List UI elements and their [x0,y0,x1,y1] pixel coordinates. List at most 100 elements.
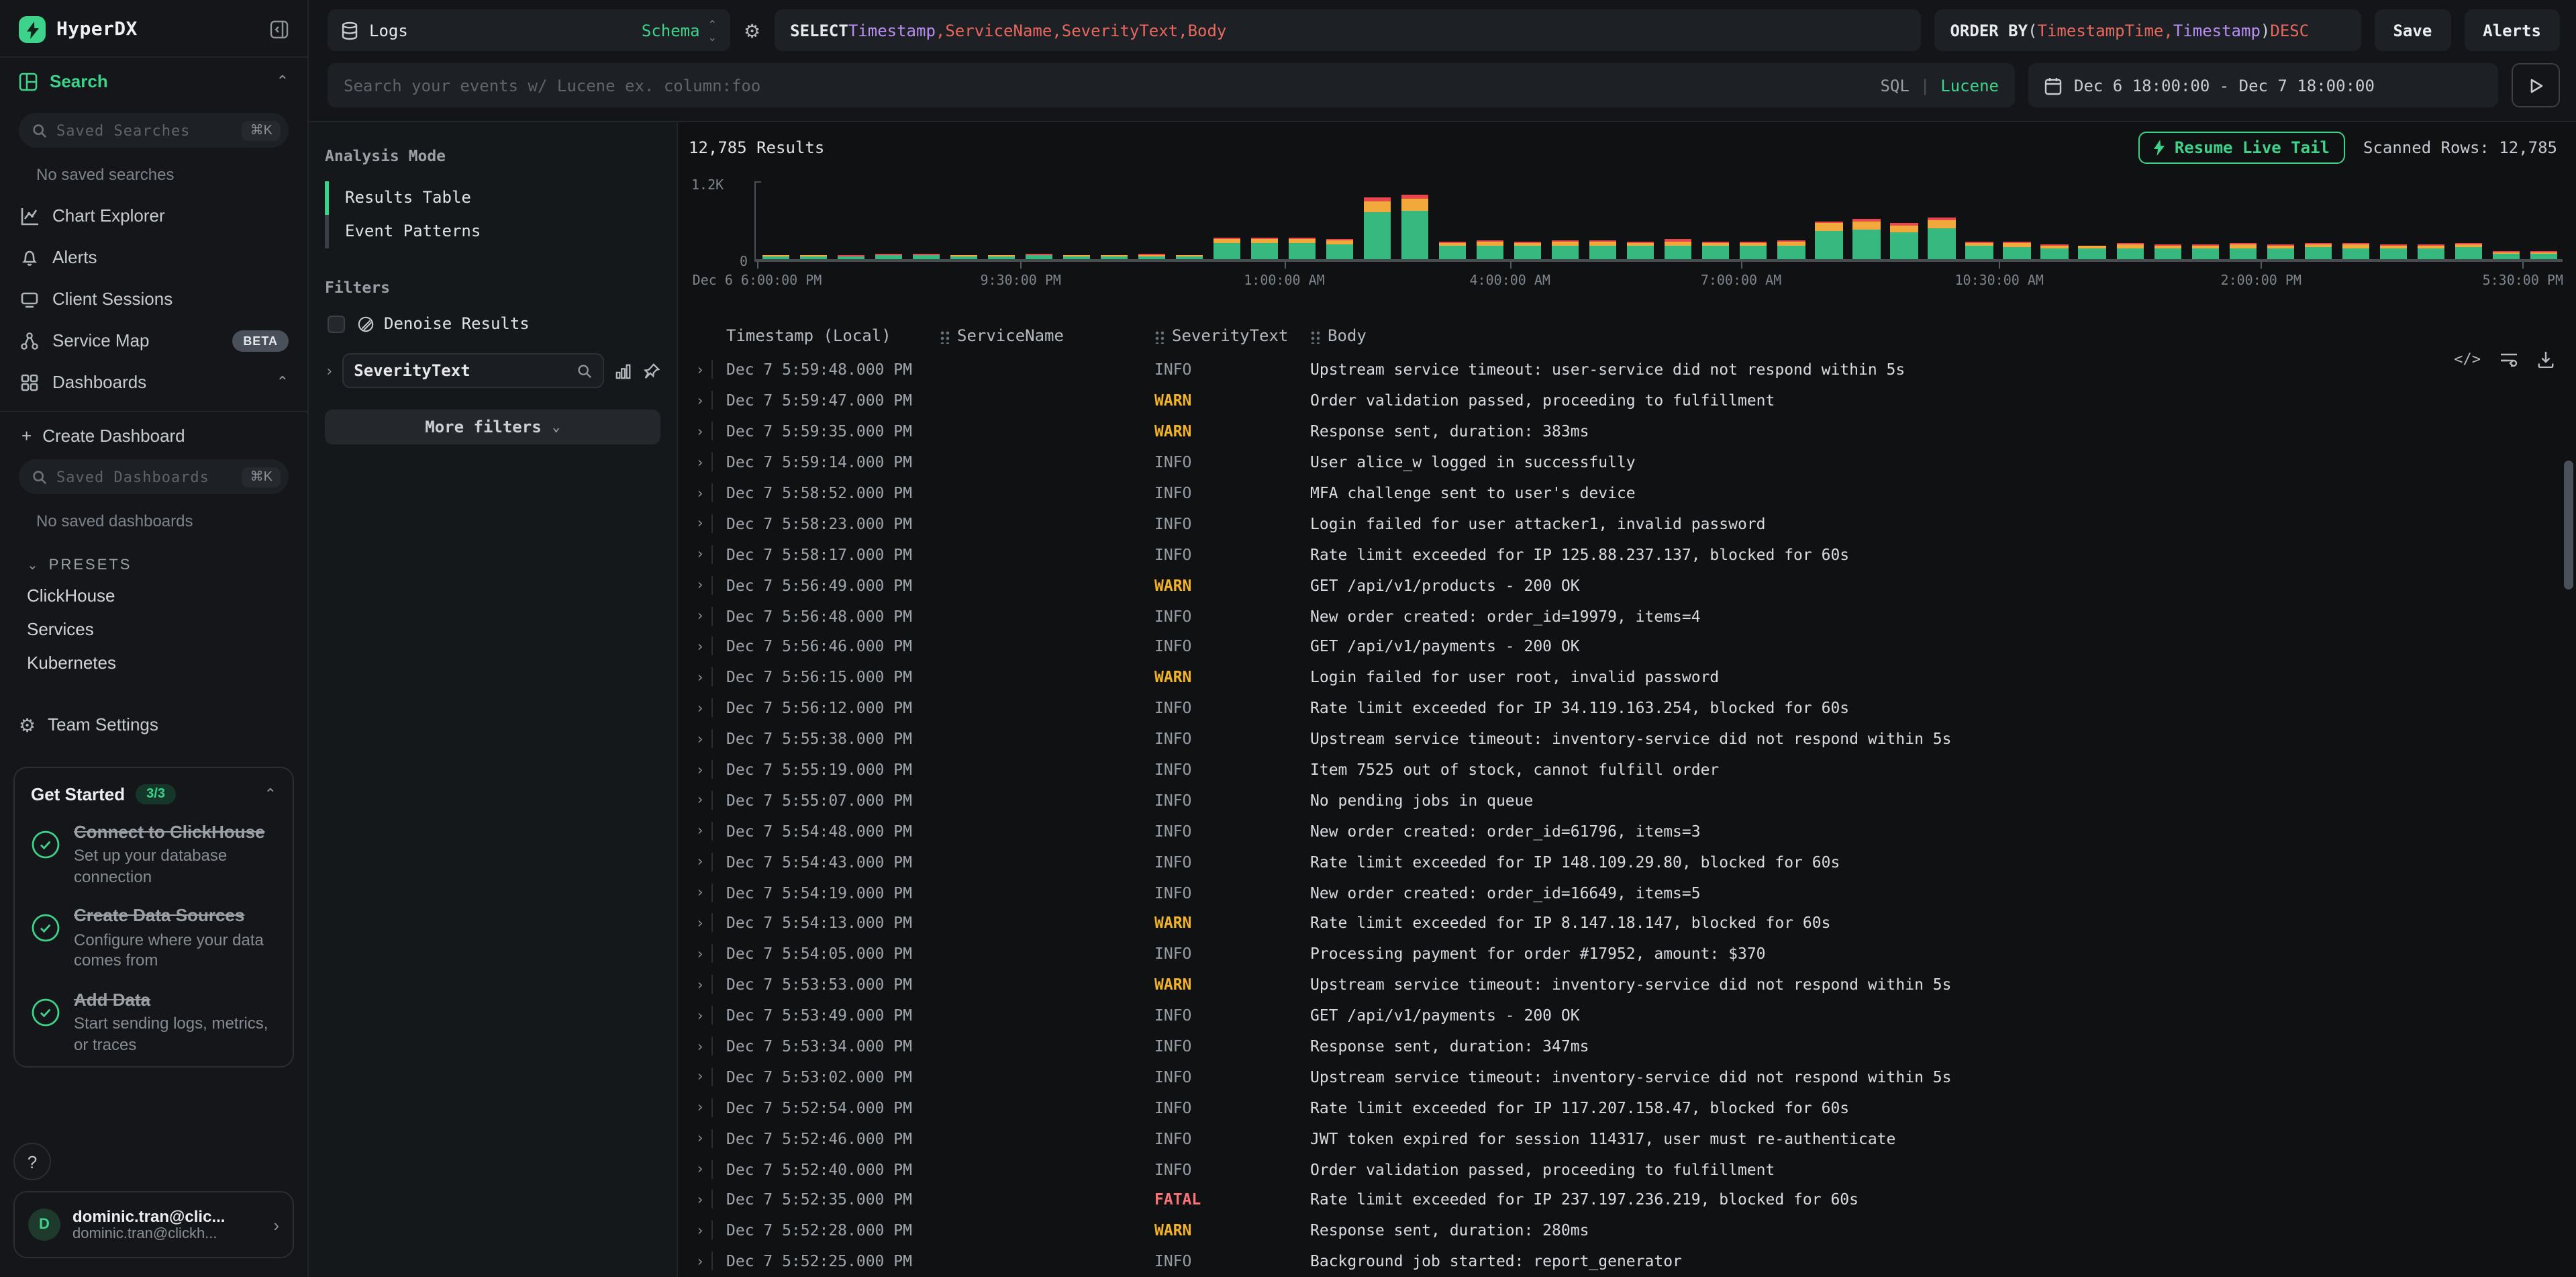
histogram-bar[interactable] [2342,244,2369,259]
preset-kubernetes[interactable]: Kubernetes [0,646,307,679]
histogram-bar[interactable] [1401,194,1428,259]
histogram-bar[interactable] [1816,221,1842,259]
histogram-bar[interactable] [1627,241,1654,259]
header-timestamp[interactable]: Timestamp (Local) [711,326,940,345]
source-settings-gear-icon[interactable]: ⚙ [744,21,760,40]
histogram-bar[interactable] [1589,240,1616,259]
table-row[interactable]: ›Dec 7 5:56:49.000 PMWARNGET /api/v1/pro… [689,569,2576,600]
severity-filter-field[interactable]: SeverityText [342,353,604,388]
histogram-bar[interactable] [1213,237,1240,259]
histogram-bar[interactable] [1928,218,1955,259]
table-row[interactable]: ›Dec 7 5:59:48.000 PMINFOUpstream servic… [689,354,2576,385]
row-expand-icon[interactable]: › [689,792,711,809]
source-select[interactable]: Logs Schema ⌃⌃ [328,9,730,51]
table-row[interactable]: ›Dec 7 5:53:02.000 PMINFOUpstream servic… [689,1061,2576,1092]
row-expand-icon[interactable]: › [689,392,711,410]
sidebar-item-client-sessions[interactable]: Client Sessions [0,278,307,320]
histogram-bar[interactable] [2455,243,2481,259]
drag-handle-icon[interactable] [1154,328,1164,343]
row-expand-icon[interactable]: › [689,822,711,840]
wrap-lines-icon[interactable] [2499,351,2518,367]
row-expand-icon[interactable]: › [689,945,711,963]
row-expand-icon[interactable]: › [689,853,711,870]
histogram-bar[interactable] [875,254,902,259]
date-range-picker[interactable]: Dec 6 18:00:00 - Dec 7 18:00:00 [2028,63,2498,107]
drag-handle-icon[interactable] [1310,328,1320,343]
header-body[interactable]: Body [1310,326,2495,345]
resume-live-tail-button[interactable]: Resume Live Tail [2138,132,2344,164]
drag-handle-icon[interactable] [940,328,949,343]
saved-searches-input[interactable]: Saved Searches ⌘K [19,113,289,148]
table-row[interactable]: ›Dec 7 5:56:46.000 PMINFOGET /api/v1/pay… [689,631,2576,662]
query-language-toggle[interactable]: SQL | Lucene [1880,76,1999,95]
sidebar-item-team-settings[interactable]: ⚙ Team Settings [0,701,307,748]
row-expand-icon[interactable]: › [689,1253,711,1270]
row-expand-icon[interactable]: › [689,1191,711,1209]
histogram-bar[interactable] [1703,241,1730,259]
histogram-bar[interactable] [2379,244,2406,259]
table-row[interactable]: ›Dec 7 5:52:46.000 PMINFOJWT token expir… [689,1123,2576,1154]
chevron-up-icon[interactable]: ⌃ [264,786,277,803]
table-row[interactable]: ›Dec 7 5:55:38.000 PMINFOUpstream servic… [689,723,2576,754]
histogram-bar[interactable] [2003,242,2030,259]
table-row[interactable]: ›Dec 7 5:52:25.000 PMINFOBackground job … [689,1246,2576,1277]
histogram-bar[interactable] [1364,197,1391,259]
table-row[interactable]: ›Dec 7 5:53:53.000 PMWARNUpstream servic… [689,969,2576,1000]
view-source-icon[interactable]: </> [2454,350,2481,368]
table-row[interactable]: ›Dec 7 5:53:34.000 PMINFOResponse sent, … [689,1031,2576,1061]
table-row[interactable]: ›Dec 7 5:54:05.000 PMINFOProcessing paym… [689,939,2576,969]
histogram-bar[interactable] [2079,245,2106,259]
sidebar-item-chart-explorer[interactable]: Chart Explorer [0,195,307,236]
row-expand-icon[interactable]: › [689,884,711,901]
histogram-bar[interactable] [1778,240,1805,259]
mode-results-table[interactable]: Results Table [325,181,660,215]
mode-event-patterns[interactable]: Event Patterns [325,215,660,248]
histogram-bar[interactable] [1326,238,1353,259]
denoise-results-row[interactable]: Denoise Results [325,314,660,333]
histogram-bar[interactable] [1665,240,1692,259]
sidebar-item-alerts[interactable]: Alerts [0,236,307,278]
row-expand-icon[interactable]: › [689,1099,711,1117]
save-button[interactable]: Save [2374,9,2450,51]
table-row[interactable]: ›Dec 7 5:54:43.000 PMINFORate limit exce… [689,847,2576,878]
histogram-bar[interactable] [1552,240,1579,259]
row-expand-icon[interactable]: › [689,1006,711,1024]
filter-chart-icon[interactable] [615,362,632,379]
chevron-up-icon[interactable]: ⌃ [277,373,289,391]
more-filters-button[interactable]: More filters ⌄ [325,410,660,444]
row-expand-icon[interactable]: › [689,730,711,747]
histogram-bar[interactable] [2229,244,2256,259]
events-search-input[interactable] [344,76,1867,95]
row-expand-icon[interactable]: › [689,546,711,563]
run-query-button[interactable] [2512,63,2560,107]
preset-services[interactable]: Services [0,612,307,646]
row-expand-icon[interactable]: › [689,422,711,440]
header-severitytext[interactable]: SeverityText [1154,326,1310,345]
histogram-bar[interactable] [2267,244,2293,259]
histogram-bar[interactable] [1289,237,1316,259]
table-row[interactable]: ›Dec 7 5:52:54.000 PMINFORate limit exce… [689,1092,2576,1123]
row-expand-icon[interactable]: › [689,576,711,594]
denoise-checkbox[interactable] [328,315,345,332]
table-row[interactable]: ›Dec 7 5:54:19.000 PMINFONew order creat… [689,877,2576,908]
row-expand-icon[interactable]: › [689,484,711,502]
histogram-bar[interactable] [2191,244,2218,259]
vertical-scrollbar[interactable] [2564,461,2573,589]
table-row[interactable]: ›Dec 7 5:52:35.000 PMFATALRate limit exc… [689,1184,2576,1215]
select-query[interactable]: SELECT Timestamp,ServiceName,SeverityTex… [774,9,1920,51]
get-started-item-add-data[interactable]: Add Data Start sending logs, metrics, or… [31,990,277,1056]
row-expand-icon[interactable]: › [689,914,711,932]
row-expand-icon[interactable]: › [689,607,711,624]
histogram-bar[interactable] [1101,254,1128,259]
row-expand-icon[interactable]: › [689,1222,711,1239]
histogram-bar[interactable] [1477,241,1503,259]
table-row[interactable]: ›Dec 7 5:52:28.000 PMWARNResponse sent, … [689,1215,2576,1246]
chevron-up-icon[interactable]: ⌃ [277,73,289,90]
row-expand-icon[interactable]: › [689,515,711,532]
table-row[interactable]: ›Dec 7 5:52:40.000 PMINFOOrder validatio… [689,1153,2576,1184]
table-row[interactable]: ›Dec 7 5:56:12.000 PMINFORate limit exce… [689,693,2576,724]
histogram-bar[interactable] [1891,223,1918,259]
sidebar-item-service-map[interactable]: Service Map BETA [0,320,307,361]
download-icon[interactable] [2537,350,2555,368]
preset-clickhouse[interactable]: ClickHouse [0,579,307,612]
